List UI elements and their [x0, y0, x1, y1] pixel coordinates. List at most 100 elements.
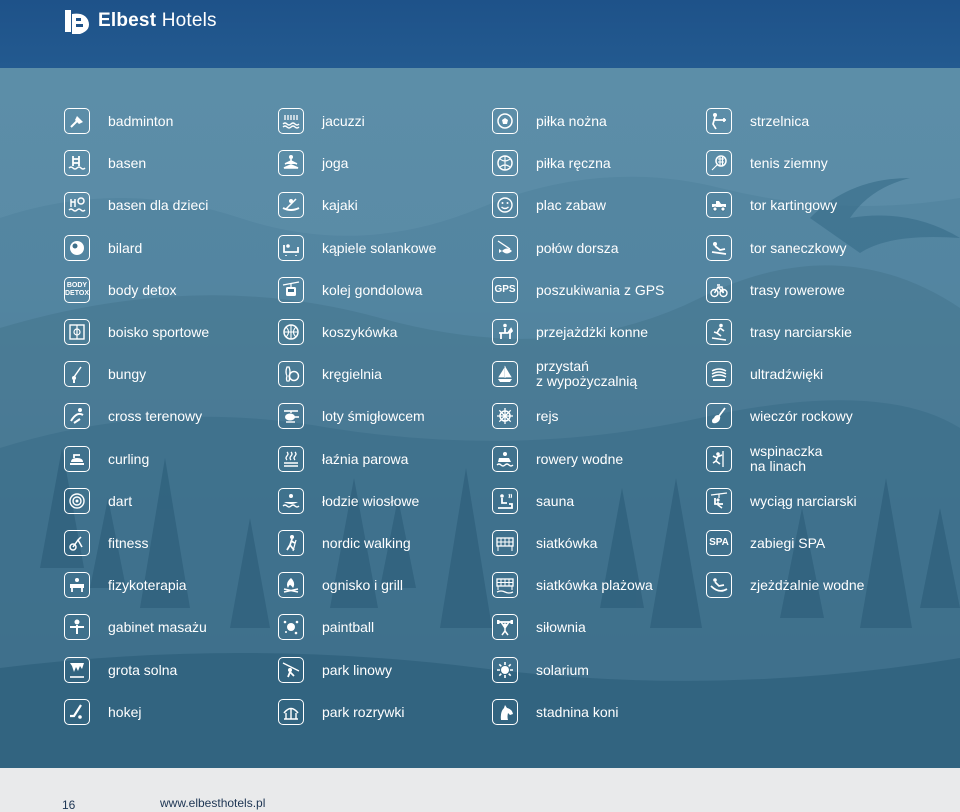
amenity-label: piłka ręczna — [536, 154, 611, 171]
amenity-label-line: siatkówka plażowa — [536, 576, 653, 593]
amenity-label: tor saneczkowy — [750, 239, 847, 256]
ship-wheel-icon — [492, 403, 518, 429]
gondola-icon — [278, 277, 304, 303]
amenity-label-line: grota solna — [108, 661, 178, 678]
amenity-item: joga — [278, 146, 348, 180]
handball-icon — [492, 150, 518, 176]
amenity-label-line: fitness — [108, 534, 149, 551]
logo[interactable]: Elbest Hotels — [62, 6, 217, 36]
amenity-label-line: połów dorsza — [536, 239, 619, 256]
amenity-item: rejs — [492, 399, 559, 433]
amenity-label: park linowy — [322, 661, 393, 678]
spa-icon: SPA — [706, 530, 732, 556]
salt-cave-icon — [64, 657, 90, 683]
skier-icon — [706, 319, 732, 345]
sauna-icon — [492, 488, 518, 514]
amenity-label: tenis ziemny — [750, 155, 828, 171]
amenity-label: trasy rowerowe — [750, 281, 845, 298]
water-slide-icon — [706, 572, 732, 598]
amenity-label-line: hokej — [108, 703, 142, 720]
header-bar: Elbest Hotels — [0, 0, 960, 68]
amenity-item: basen dla dzieci — [64, 188, 208, 222]
amenity-label: joga — [322, 155, 348, 171]
volleyball-net-icon — [492, 530, 518, 556]
amenity-label-line: tor saneczkowy — [750, 239, 847, 256]
amenity-label-line: solarium — [536, 661, 589, 678]
amenity-item: kolej gondolowa — [278, 273, 422, 307]
amenity-item: SPA zabiegi SPA — [706, 526, 825, 560]
hockey-stick-icon — [64, 699, 90, 725]
amenity-label-line: łodzie wiosłowe — [322, 492, 420, 509]
amenity-label: siatkówka plażowa — [536, 576, 653, 593]
amenity-label: stadnina koni — [536, 703, 619, 720]
amenity-label-line: boisko sportowe — [108, 323, 210, 340]
amenity-label: wieczór rockowy — [750, 408, 853, 424]
amenity-label: rejs — [536, 408, 559, 424]
sledge-icon — [706, 235, 732, 261]
amenity-label-line: park linowy — [322, 661, 393, 678]
amenity-item: grota solna — [64, 653, 177, 687]
amenity-label: bilard — [108, 240, 142, 256]
amenity-label: jacuzzi — [322, 112, 365, 129]
amenity-label: siatkówka — [536, 535, 597, 551]
amenity-label-line: stadnina koni — [536, 703, 619, 720]
zipline-icon — [278, 657, 304, 683]
amenity-label: ognisko i grill — [322, 577, 403, 593]
amenity-item: zjeżdżalnie wodne — [706, 568, 864, 602]
beach-volleyball-icon — [492, 572, 518, 598]
amenity-label: zjeżdżalnie wodne — [750, 577, 864, 593]
cross-country-icon — [64, 403, 90, 429]
amenity-label-line: cross terenowy — [108, 407, 203, 424]
amenity-label-line: strzelnica — [750, 112, 810, 129]
amenity-label-line: basen dla dzieci — [108, 196, 209, 213]
amenity-item: rowery wodne — [492, 442, 623, 476]
brand-name: Elbest Hotels — [98, 10, 217, 32]
pool-ladder-icon — [64, 150, 90, 176]
amenity-item: cross terenowy — [64, 399, 202, 433]
amenity-label: koszykówka — [322, 324, 397, 340]
amenity-item: siatkówka — [492, 526, 597, 560]
amenity-label-line: trasy narciarskie — [750, 323, 852, 340]
horse-rider-icon — [492, 319, 518, 345]
amenity-item: siłownia — [492, 610, 586, 644]
sun-icon — [492, 657, 518, 683]
go-kart-icon — [706, 192, 732, 218]
amenity-label: fitness — [108, 534, 149, 551]
amenity-label: zabiegi SPA — [750, 535, 825, 551]
amenity-label: plac zabaw — [536, 197, 606, 213]
ultrasound-icon — [706, 361, 732, 387]
amenity-item: loty śmigłowcem — [278, 399, 425, 433]
amenity-label: park rozrywki — [322, 704, 404, 720]
amenity-label-line: piłka ręczna — [536, 154, 611, 171]
amenity-item: połów dorsza — [492, 231, 619, 265]
steam-bath-icon — [278, 446, 304, 472]
pedal-boat-icon — [492, 446, 518, 472]
website-url[interactable]: www.elbesthotels.pl — [160, 796, 265, 810]
amenity-label-line: ultradźwięki — [750, 365, 824, 382]
amenity-label: basen dla dzieci — [108, 196, 209, 213]
amenity-label-line: przystań — [536, 358, 589, 374]
amenity-item: ultradźwięki — [706, 357, 823, 391]
yoga-icon — [278, 150, 304, 176]
guitar-icon — [706, 403, 732, 429]
amenity-label: przejażdżki konne — [536, 324, 648, 340]
hotel-logo-icon — [65, 10, 89, 34]
amenity-label-line: bungy — [108, 365, 147, 382]
amenity-label-line: jacuzzi — [322, 112, 365, 129]
amenity-label-line: paintball — [322, 618, 375, 635]
amenity-label: kręgielnia — [322, 366, 382, 382]
amenity-label: dart — [108, 493, 132, 509]
amenity-label: gabinet masażu — [108, 619, 207, 635]
amenity-item: trasy narciarskie — [706, 315, 852, 349]
amenity-item: bungy — [64, 357, 146, 391]
amenity-label-line: tor kartingowy — [750, 196, 838, 213]
amenity-item: GPS poszukiwania z GPS — [492, 273, 664, 307]
icon-text: BODY — [66, 282, 88, 289]
amenity-label-line: trasy rowerowe — [750, 281, 845, 298]
amenity-label: fizykoterapia — [108, 577, 187, 593]
amenity-item: kąpiele solankowe — [278, 231, 436, 265]
amenity-label: paintball — [322, 618, 375, 635]
horse-head-icon — [492, 699, 518, 725]
amenity-label: body detox — [108, 282, 177, 298]
amenity-label: sauna — [536, 493, 574, 509]
